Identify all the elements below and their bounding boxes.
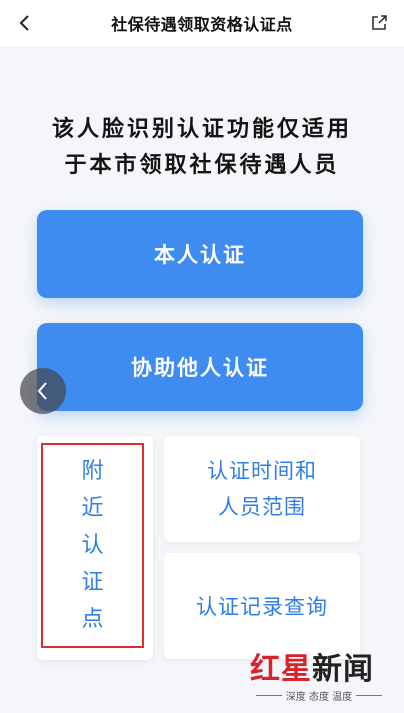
chevron-left-icon <box>19 15 29 31</box>
floating-back-button[interactable] <box>20 368 66 414</box>
nearby-char-2: 近 <box>81 496 104 521</box>
usage-notice: 该人脸识别认证功能仅适用 于本市领取社保待遇人员 <box>0 112 404 184</box>
self-auth-button[interactable]: 本人认证 <box>37 210 363 298</box>
watermark-slogan: 深度 态度 温度 <box>285 692 353 703</box>
share-button[interactable] <box>364 8 394 38</box>
watermark-logo-red: 红星 <box>250 652 312 687</box>
time-card-line-2: 人员范围 <box>218 495 306 519</box>
nearby-char-1: 附 <box>81 459 104 484</box>
nearby-auth-points-card[interactable]: 附 近 认 证 点 <box>37 436 153 660</box>
share-icon <box>372 15 387 30</box>
watermark-divider <box>356 695 383 696</box>
watermark-divider <box>255 695 282 696</box>
top-nav-bar: 社保待遇领取资格认证点 <box>0 0 404 46</box>
auth-time-scope-card[interactable]: 认证时间和 人员范围 <box>164 436 360 542</box>
nearby-char-4: 证 <box>81 570 104 595</box>
notice-line-2: 于本市领取社保待遇人员 <box>64 153 340 178</box>
watermark-logo-black: 新闻 <box>312 652 374 687</box>
nearby-char-3: 认 <box>81 533 104 558</box>
back-button[interactable] <box>10 8 40 38</box>
query-card-label: 认证记录查询 <box>196 595 328 619</box>
news-watermark-logo: 红星新闻 深度 态度 温度 <box>244 644 394 708</box>
notice-line-1: 该人脸识别认证功能仅适用 <box>51 117 352 142</box>
help-others-auth-button[interactable]: 协助他人认证 <box>37 323 363 411</box>
chevron-left-icon <box>37 382 47 400</box>
highlight-frame: 附 近 认 证 点 <box>41 443 144 648</box>
page-title: 社保待遇领取资格认证点 <box>111 15 293 34</box>
time-card-line-1: 认证时间和 <box>207 459 317 483</box>
nearby-char-5: 点 <box>81 607 104 632</box>
